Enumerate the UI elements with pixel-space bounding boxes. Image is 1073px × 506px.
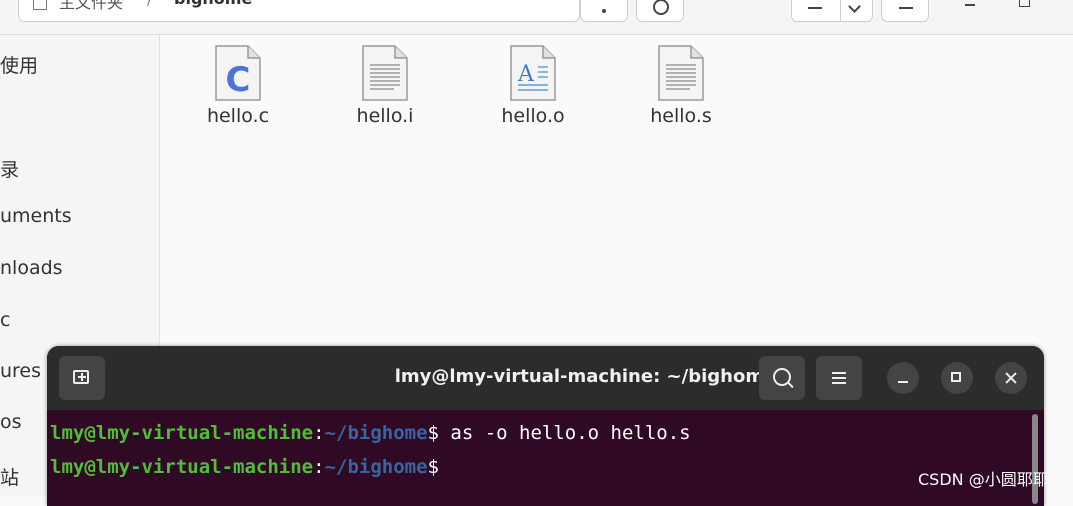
file-item[interactable]: hello.i — [330, 43, 440, 127]
terminal-maximize-button[interactable] — [941, 362, 973, 394]
chevron-down-icon[interactable] — [848, 0, 861, 13]
document-file-icon: A — [508, 43, 558, 103]
terminal-close-button[interactable] — [995, 362, 1027, 394]
main-menu-button[interactable] — [881, 0, 929, 22]
breadcrumb-separator: / — [147, 0, 152, 8]
file-manager-header: 主文件夹 / bighome — [0, 0, 1073, 35]
terminal-line: lmy@lmy-virtual-machine:~/bighome$ — [50, 456, 439, 478]
svg-text:C: C — [226, 60, 251, 100]
terminal-scrollbar[interactable] — [1032, 414, 1038, 504]
terminal-minimize-button[interactable] — [887, 362, 919, 394]
prompt-colon: : — [313, 422, 325, 444]
prompt-colon: : — [313, 456, 325, 478]
path-menu-button[interactable] — [580, 0, 628, 22]
path-bar[interactable]: 主文件夹 / bighome — [18, 0, 580, 22]
maximize-icon[interactable] — [1019, 0, 1030, 7]
view-toggle-button[interactable] — [791, 0, 873, 22]
file-name: hello.o — [501, 105, 565, 127]
file-item[interactable]: hello.s — [626, 43, 736, 127]
prompt-dollar: $ — [427, 422, 439, 444]
terminal-output[interactable]: lmy@lmy-virtual-machine:~/bighome$ as -o… — [47, 410, 1044, 506]
text-file-icon — [360, 43, 410, 103]
file-name: hello.i — [356, 105, 414, 127]
sidebar-item-music[interactable]: c — [0, 309, 10, 331]
prompt-dollar: $ — [427, 456, 439, 478]
prompt-path: ~/bighome — [324, 422, 428, 444]
command-text: as -o hello.o hello.s — [438, 422, 691, 444]
terminal-line: lmy@lmy-virtual-machine:~/bighome$ as -o… — [50, 422, 691, 444]
sidebar-item-documents[interactable]: uments — [0, 205, 72, 227]
sidebar-item-downloads[interactable]: nloads — [0, 257, 63, 279]
terminal-search-button[interactable] — [759, 356, 805, 400]
terminal-menu-button[interactable] — [816, 356, 862, 400]
sidebar-item-pictures[interactable]: ures — [0, 360, 41, 382]
file-name: hello.s — [650, 105, 712, 127]
terminal-header: lmy@lmy-virtual-machine: ~/bighome — [47, 346, 1044, 410]
sidebar-item-recent[interactable]: 使用 — [0, 51, 38, 78]
view-divider — [840, 0, 841, 21]
watermark: CSDN @小圆耶耶 — [918, 470, 1049, 489]
c-source-icon: C — [213, 43, 263, 103]
sidebar-item-videos[interactable]: os — [0, 411, 22, 433]
hamburger-icon — [832, 372, 846, 374]
prompt-user: lmy@lmy-virtual-machine — [50, 456, 314, 478]
text-file-icon — [656, 43, 706, 103]
sidebar-item-home[interactable]: 录 — [0, 155, 19, 182]
prompt-path: ~/bighome — [324, 456, 428, 478]
terminal-window[interactable]: lmy@lmy-virtual-machine: ~/bighome lmy@l… — [47, 346, 1044, 506]
minimize-icon[interactable] — [965, 4, 975, 6]
file-item[interactable]: C hello.c — [183, 43, 293, 127]
svg-text:A: A — [517, 62, 535, 87]
list-view-icon — [808, 7, 822, 9]
breadcrumb-current[interactable]: bighome — [174, 0, 252, 8]
file-item[interactable]: A hello.o — [478, 43, 588, 127]
prompt-user: lmy@lmy-virtual-machine — [50, 422, 314, 444]
home-icon[interactable] — [33, 0, 47, 10]
breadcrumb-home[interactable]: 主文件夹 — [59, 0, 123, 13]
sidebar-item-trash[interactable]: 站 — [0, 463, 19, 490]
file-name: hello.c — [206, 105, 270, 127]
search-button[interactable] — [636, 0, 684, 22]
